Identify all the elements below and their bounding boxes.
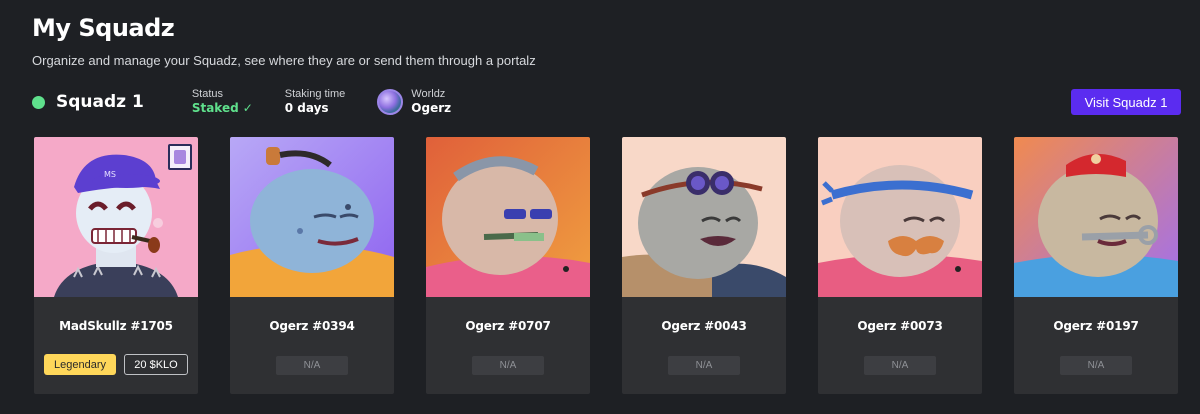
collection-badge-icon	[168, 144, 192, 170]
nft-name: Ogerz #0043	[661, 319, 747, 333]
checkmark-icon: ✓	[242, 101, 253, 115]
page-title: My Squadz	[32, 14, 175, 42]
staking-time-meta: Staking time 0 days	[285, 88, 346, 116]
svg-text:MS: MS	[104, 170, 116, 179]
squad-header: Squadz 1 Status Staked ✓ Staking time 0 d…	[32, 86, 1181, 118]
nft-card[interactable]: Ogerz #0043 N/A	[622, 137, 786, 394]
worldz-label: Worldz	[411, 88, 446, 100]
nft-image	[818, 137, 982, 297]
status-label: Status	[191, 88, 223, 100]
status-dot-icon	[32, 95, 45, 109]
nft-name: Ogerz #0073	[857, 319, 943, 333]
status-meta: Status Staked ✓	[192, 88, 253, 116]
world-planet-icon	[377, 89, 404, 115]
staking-time-label: Staking time	[284, 88, 346, 100]
nft-card[interactable]: Ogerz #0073 N/A	[818, 137, 982, 394]
nft-image	[1014, 137, 1178, 297]
nft-name: Ogerz #0197	[1053, 319, 1139, 333]
nft-card[interactable]: MS MadSkullz #1705 Legendary 20 $KLO	[34, 137, 198, 394]
reward-badge: N/A	[668, 356, 740, 375]
nft-name: MadSkullz #1705	[59, 319, 173, 333]
nft-card[interactable]: Ogerz #0394 N/A	[230, 137, 394, 394]
nft-card[interactable]: Ogerz #0707 N/A	[426, 137, 590, 394]
nft-image	[426, 137, 590, 297]
reward-badge: N/A	[472, 356, 544, 375]
nft-image	[622, 137, 786, 297]
rarity-badge: Legendary	[44, 354, 116, 375]
reward-badge: 20 $KLO	[124, 354, 188, 375]
nft-name: Ogerz #0394	[269, 319, 355, 333]
reward-badge: N/A	[1060, 356, 1132, 375]
reward-badge: N/A	[864, 356, 936, 375]
status-value-wrap: Staked ✓	[192, 101, 253, 116]
squad-name: Squadz 1	[56, 92, 144, 112]
page-subtitle: Organize and manage your Squadz, see whe…	[32, 53, 536, 68]
status-value: Staked	[191, 101, 239, 115]
nft-image: MS	[34, 137, 198, 297]
nft-card[interactable]: Ogerz #0197 N/A	[1014, 137, 1178, 394]
staking-time-value: 0 days	[284, 101, 329, 115]
visit-squad-button[interactable]: Visit Squadz 1	[1071, 89, 1181, 115]
worldz-value: Ogerz	[411, 101, 452, 115]
nft-image	[230, 137, 394, 297]
reward-badge: N/A	[276, 356, 348, 375]
nft-name: Ogerz #0707	[465, 319, 551, 333]
worldz-meta: Worldz Ogerz	[377, 88, 451, 116]
